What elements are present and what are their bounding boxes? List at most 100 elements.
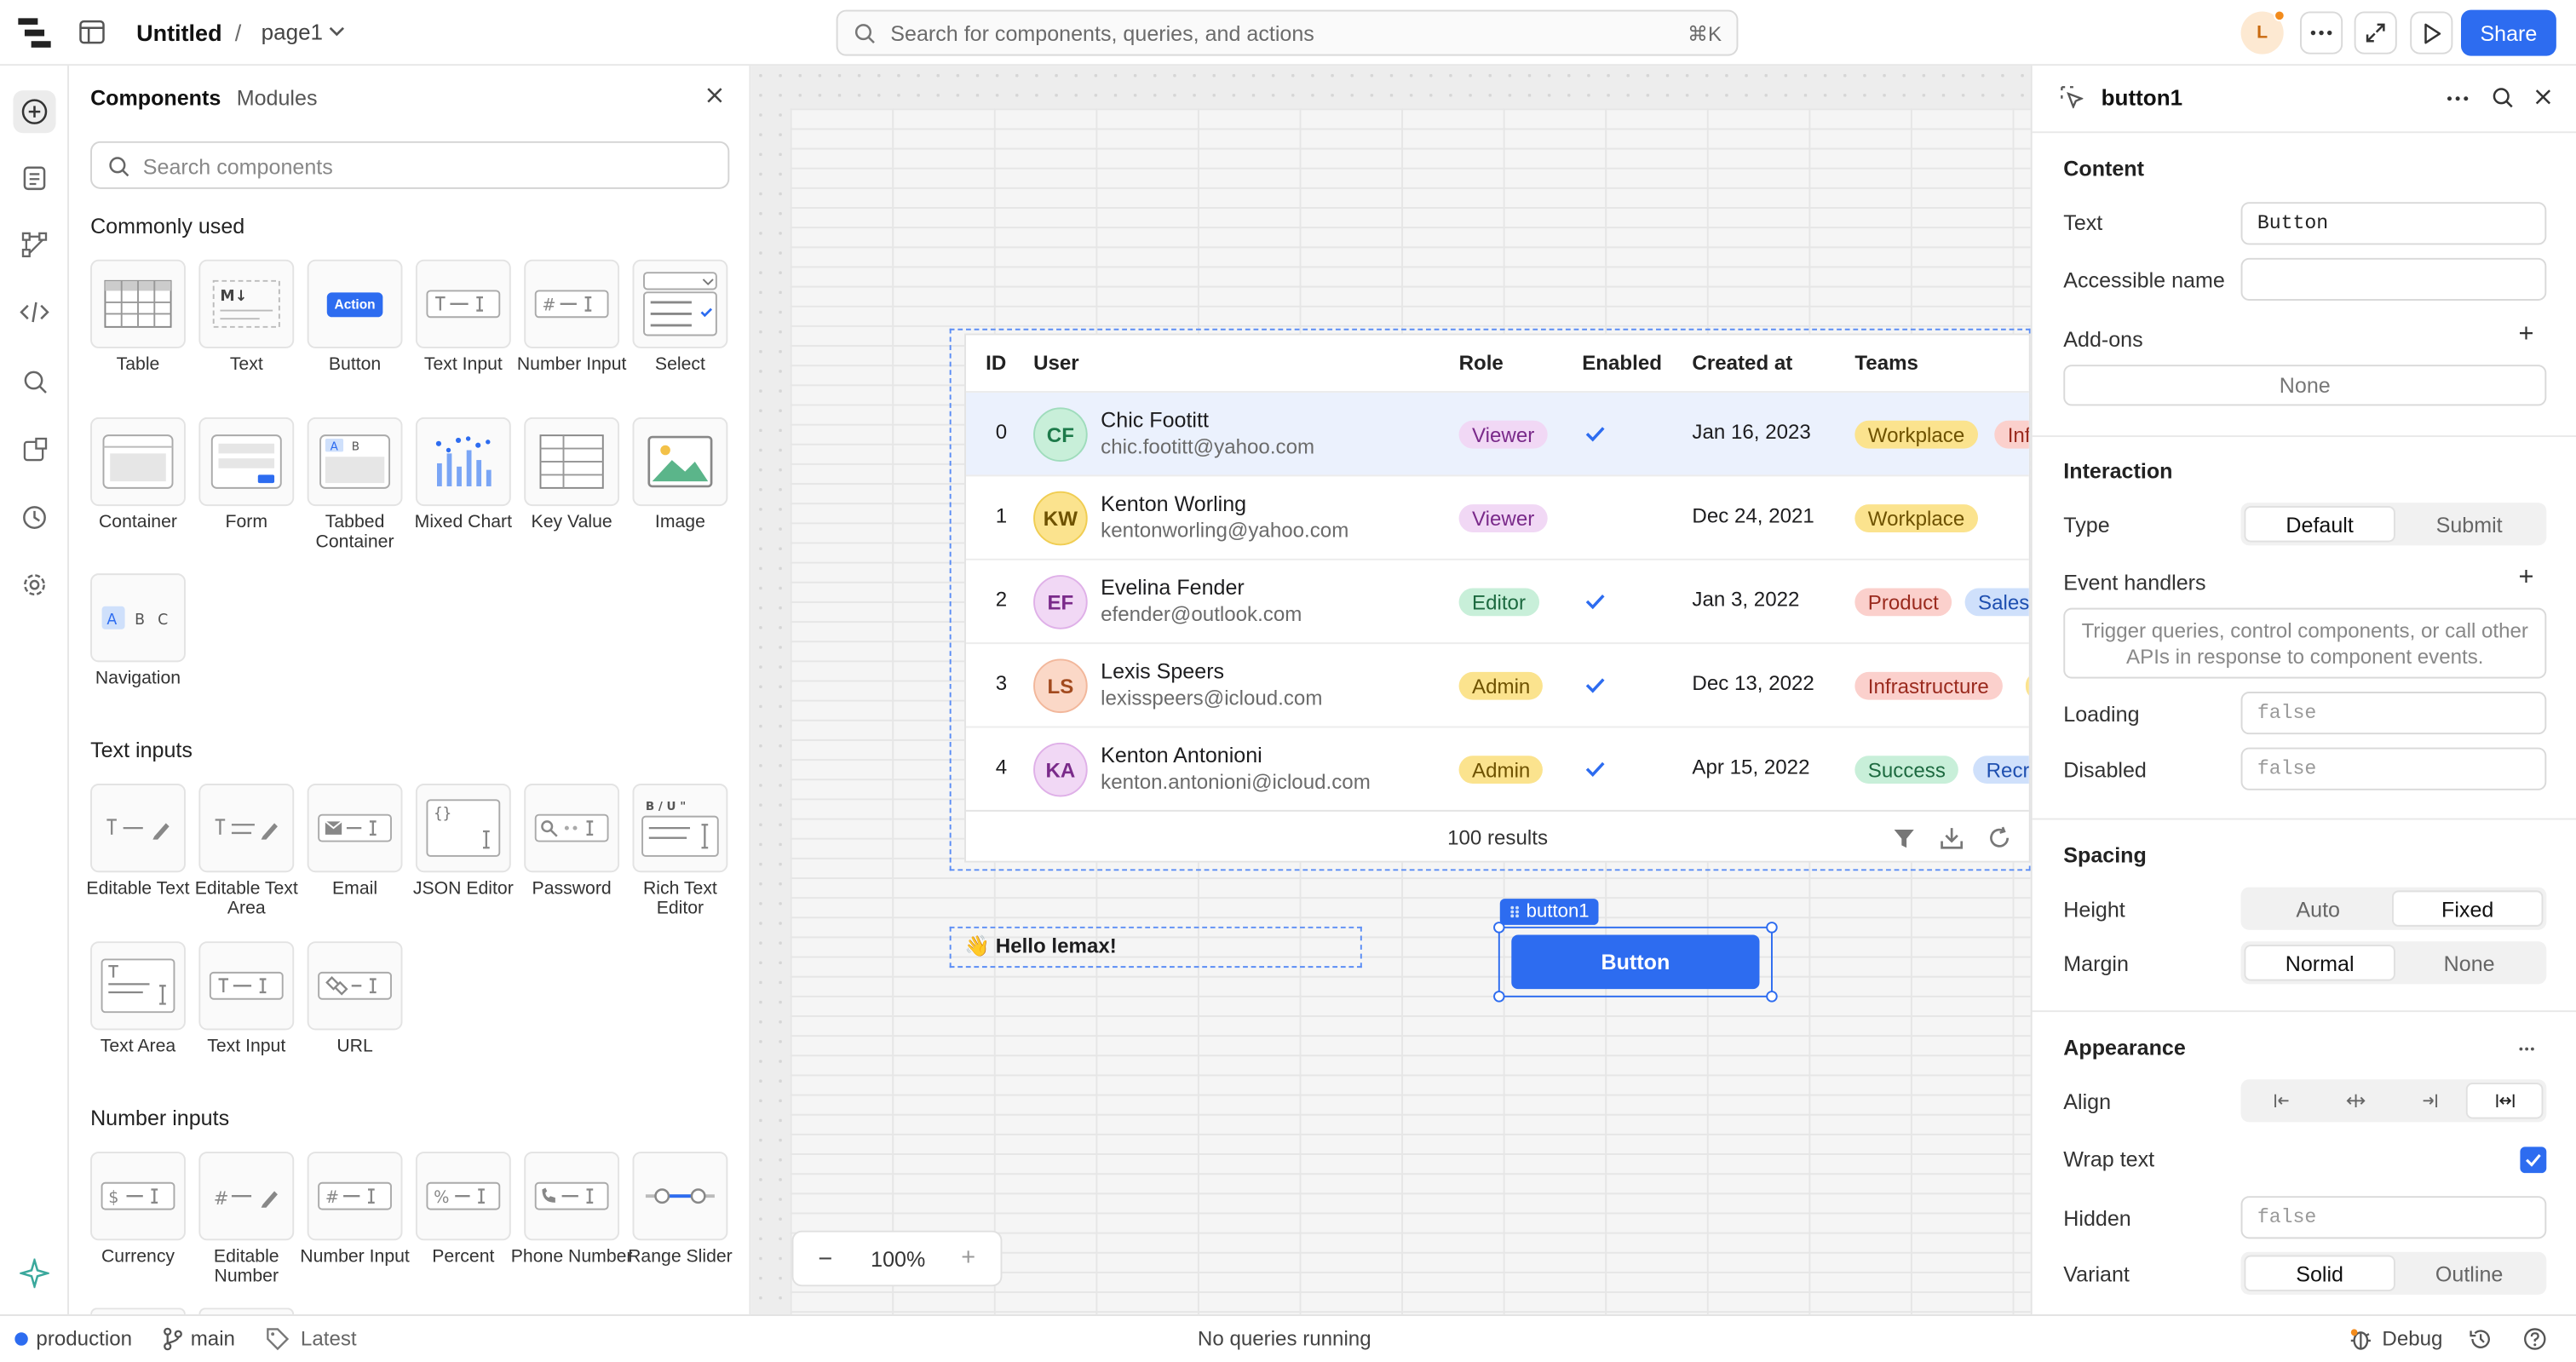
global-search-input[interactable]: Search for components, queries, and acti… — [836, 9, 1739, 56]
resize-handle[interactable] — [1766, 922, 1778, 934]
component-tile-password[interactable] — [524, 784, 620, 873]
close-icon[interactable] — [2535, 89, 2551, 105]
button1[interactable]: Button — [1511, 934, 1760, 990]
component-tile-text-area[interactable] — [90, 941, 186, 1031]
search-icon[interactable] — [18, 365, 51, 398]
state-icon[interactable] — [18, 432, 51, 465]
component-tile-number-input[interactable]: # — [524, 259, 620, 348]
zoom-out-button[interactable]: − — [818, 1245, 832, 1273]
table-row[interactable]: 2 EF Evelina Fender efender@outlook.com … — [965, 558, 2029, 642]
component-tile-mixed-chart[interactable] — [415, 417, 511, 507]
retool-logo-icon[interactable] — [18, 18, 51, 48]
section-interaction[interactable]: Interaction — [2063, 458, 2172, 483]
history-icon[interactable] — [18, 501, 51, 534]
event-handlers-placeholder[interactable]: Trigger queries, control components, or … — [2063, 607, 2547, 679]
resize-handle[interactable] — [1493, 922, 1505, 934]
code-icon[interactable] — [18, 296, 51, 329]
component-tile-range-slider[interactable] — [632, 1152, 728, 1241]
component-tile-button[interactable]: Action — [307, 259, 403, 348]
refresh-icon[interactable] — [1988, 826, 2011, 849]
preview-button[interactable] — [2410, 11, 2453, 55]
inspector-title[interactable]: button1 — [2102, 85, 2182, 110]
history-icon[interactable] — [2470, 1327, 2493, 1350]
text-field[interactable]: Button — [2240, 202, 2547, 245]
column-header-created-at[interactable]: Created at — [1692, 352, 1792, 375]
more-options-button[interactable] — [2299, 11, 2343, 55]
component-tile-currency[interactable]: $ — [90, 1152, 186, 1241]
margin-normal-option[interactable]: Normal — [2244, 945, 2395, 981]
close-panel-icon[interactable] — [706, 87, 722, 103]
ellipsis-icon[interactable] — [2518, 1047, 2534, 1052]
add-addon-icon[interactable]: + — [2518, 320, 2533, 350]
component-tile-url[interactable] — [307, 941, 403, 1031]
user-avatar[interactable]: L — [2240, 9, 2286, 55]
type-submit-option[interactable]: Submit — [2395, 506, 2544, 542]
table-row[interactable]: 3 LS Lexis Speers lexisspeers@icloud.com… — [965, 642, 2029, 726]
table-row[interactable]: 4 KA Kenton Antonioni kenton.antonioni@i… — [965, 726, 2029, 810]
debug-button[interactable]: Debug — [2382, 1327, 2442, 1350]
fullscreen-button[interactable] — [2354, 11, 2397, 55]
share-button[interactable]: Share — [2460, 9, 2556, 56]
align-center-icon[interactable] — [2318, 1083, 2392, 1118]
column-header-teams[interactable]: Teams — [1854, 352, 1918, 375]
add-component-icon[interactable] — [13, 90, 56, 134]
accessible-name-field[interactable] — [2240, 257, 2547, 301]
users-table[interactable]: ID User Role Enabled Created at Teams 0 … — [964, 333, 2031, 863]
margin-none-option[interactable]: None — [2395, 945, 2544, 980]
ai-assist-icon[interactable] — [18, 1257, 51, 1290]
search-icon[interactable] — [2493, 87, 2514, 108]
component-tile-container[interactable] — [90, 417, 186, 507]
environment-selector[interactable]: production — [36, 1327, 132, 1350]
component-tile-email[interactable] — [307, 784, 403, 873]
branch-selector[interactable]: main — [191, 1327, 235, 1350]
component-tile-percent[interactable]: % — [415, 1152, 511, 1241]
component-tile-form[interactable] — [198, 417, 295, 507]
component-tile-json-editor[interactable]: {} — [415, 784, 511, 873]
component-tile-number-input[interactable]: # — [307, 1152, 403, 1241]
variant-outline-option[interactable]: Outline — [2395, 1256, 2544, 1291]
disabled-field[interactable]: false — [2240, 747, 2547, 790]
zoom-level[interactable]: 100% — [871, 1247, 925, 1272]
component-tile-rich-text-editor[interactable]: B / U " — [632, 784, 728, 873]
app-title[interactable]: Untitled — [136, 20, 221, 46]
component-tile-text-input[interactable] — [198, 941, 295, 1031]
component-tile-editable-text-area[interactable] — [198, 784, 295, 873]
help-icon[interactable] — [2523, 1327, 2546, 1350]
align-stretch-icon[interactable] — [2465, 1083, 2544, 1119]
component-tile-text-input[interactable] — [415, 259, 511, 348]
component-tile-text[interactable]: M↓ — [198, 259, 295, 348]
height-fixed-option[interactable]: Fixed — [2391, 890, 2544, 927]
align-left-icon[interactable] — [2244, 1083, 2318, 1118]
tab-modules[interactable]: Modules — [237, 85, 318, 110]
loading-field[interactable]: false — [2240, 692, 2547, 735]
workflow-icon[interactable] — [18, 228, 51, 261]
tab-components[interactable]: Components — [90, 85, 221, 110]
variant-solid-option[interactable]: Solid — [2244, 1255, 2395, 1292]
filter-icon[interactable] — [1893, 828, 1916, 849]
component-tile-select[interactable] — [632, 259, 728, 348]
table-row[interactable]: 0 CF Chic Footitt chic.footitt@yahoo.com… — [965, 391, 2029, 475]
component-tile-navigation[interactable]: A BC — [90, 573, 186, 663]
ellipsis-icon[interactable] — [2447, 95, 2470, 102]
resize-handle[interactable] — [1493, 991, 1505, 1003]
component-tile-phone-number[interactable] — [524, 1152, 620, 1241]
add-event-handler-icon[interactable]: + — [2518, 564, 2533, 594]
pages-icon[interactable] — [18, 161, 51, 194]
layout-toggle-icon[interactable] — [79, 20, 106, 44]
release-tag[interactable]: Latest — [301, 1327, 357, 1350]
component-tile-tabbed-container[interactable]: AB — [307, 417, 403, 507]
table-row[interactable]: 1 KW Kenton Worling kentonworling@yahoo.… — [965, 474, 2029, 558]
component-tile-editable-text[interactable] — [90, 784, 186, 873]
page-selector[interactable]: page1 — [262, 20, 323, 44]
chevron-down-icon[interactable] — [329, 25, 345, 37]
component-tile-editable-number[interactable]: # — [198, 1152, 295, 1241]
column-header-id[interactable]: ID — [986, 352, 1006, 375]
zoom-in-button[interactable]: + — [961, 1244, 975, 1272]
section-content[interactable]: Content — [2063, 156, 2144, 181]
section-spacing[interactable]: Spacing — [2063, 842, 2147, 867]
hello-text-component[interactable]: 👋 Hello lemax! — [949, 926, 1362, 968]
hidden-field[interactable]: false — [2240, 1196, 2547, 1239]
column-header-role[interactable]: Role — [1459, 352, 1504, 375]
column-header-enabled[interactable]: Enabled — [1582, 352, 1662, 375]
wrap-text-checkbox[interactable] — [2520, 1146, 2547, 1174]
